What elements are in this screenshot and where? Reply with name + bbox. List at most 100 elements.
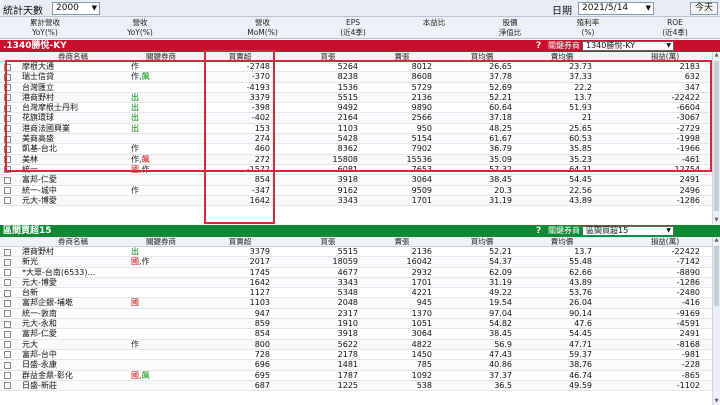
row-checkbox[interactable]	[4, 269, 11, 277]
kpi-cell[interactable]: 股價 淨值比	[480, 17, 540, 39]
column-header[interactable]: 賣張	[372, 52, 432, 62]
table-row[interactable]: 港商野村出 3379 5515 2136 52.21 13.7 -22422	[0, 92, 720, 104]
row-checkbox[interactable]	[4, 63, 11, 71]
table-row[interactable]: 台灣匯立 -4193 1536 5729 52.69 22.2 347	[0, 83, 720, 93]
table-row[interactable]: *大眾-台南(6533)... 1745 4677 2932 62.09 62.66 -88…	[0, 268, 720, 278]
table-row[interactable]: 港商法國興業出 153 1103 950 48.25 25.65 -2729	[0, 124, 720, 135]
row-checkbox[interactable]	[4, 176, 11, 184]
row-checkbox[interactable]	[4, 320, 11, 328]
row-checkbox[interactable]	[4, 361, 11, 369]
kpi-cell[interactable]: EPS (近4季)	[318, 17, 388, 39]
broker-name[interactable]: 元大-博愛	[22, 196, 124, 205]
kpi-cell[interactable]: ROE (近4季)	[640, 17, 710, 39]
scroll-up-icon[interactable]: ▲	[713, 237, 720, 244]
panel1-scrollbar[interactable]: ▲ ▼	[712, 52, 720, 224]
broker-name[interactable]: 統一	[22, 165, 124, 174]
broker-name[interactable]: 元大	[22, 340, 124, 349]
key-broker-select[interactable]: 1340勝悅-KY ▼	[582, 41, 674, 51]
row-checkbox[interactable]	[4, 279, 11, 287]
broker-name[interactable]: 台灣摩根士丹利	[22, 103, 124, 112]
table-row[interactable]: 富邦企銀-埔墘國 1103 2048 945 19.54 26.04 -416	[0, 298, 720, 309]
broker-name[interactable]: 港商野村	[22, 93, 124, 102]
broker-name[interactable]: *大眾-台南(6533)...	[22, 268, 124, 277]
row-checkbox[interactable]	[4, 125, 11, 133]
table-row[interactable]: 群益金鼎-彰化 國,飆 695 1787 1092 37.37 46.74 -865	[0, 371, 720, 381]
column-header[interactable]: 買賣超	[210, 237, 270, 247]
row-checkbox[interactable]	[4, 114, 11, 122]
scroll-down-icon[interactable]: ▼	[713, 398, 720, 405]
table-row[interactable]: 元大作 800 5622 4822 56.9 47.71 -8168	[0, 339, 720, 350]
table-row[interactable]: 美林 作,飆 272 15808 15536 35.09 35.23 -461	[0, 154, 720, 165]
row-checkbox[interactable]	[4, 135, 11, 143]
table-row[interactable]: 富邦-台中 728 2178 1450 47.43 59.37 -981	[0, 350, 720, 361]
row-checkbox[interactable]	[4, 299, 11, 307]
table-row[interactable]: 富邦-仁愛 854 3918 3064 38.45 54.45 2491	[0, 175, 720, 186]
column-header[interactable]: 關鍵券商	[131, 237, 191, 247]
row-checkbox[interactable]	[4, 197, 11, 205]
column-header[interactable]: 券商名稱	[22, 237, 124, 247]
row-checkbox[interactable]	[4, 248, 11, 256]
broker-name[interactable]: 瑞士信貸	[22, 72, 124, 81]
broker-name[interactable]: 摩根大通	[22, 62, 124, 71]
broker-name[interactable]: 富邦-台中	[22, 350, 124, 359]
table-row[interactable]: 美商高盛 274 5428 5154 61.67 60.53 -1998	[0, 134, 720, 145]
column-header[interactable]: 賣張	[372, 237, 432, 247]
column-header[interactable]: 賣均價	[532, 237, 592, 247]
panel2-scrollbar[interactable]: ▲ ▼	[712, 237, 720, 405]
broker-name[interactable]: 凱基-台北	[22, 144, 124, 153]
help-icon[interactable]: ?	[536, 225, 541, 237]
row-checkbox[interactable]	[4, 104, 11, 112]
column-header[interactable]: 買張	[298, 237, 358, 247]
row-checkbox[interactable]	[4, 166, 11, 174]
row-checkbox[interactable]	[4, 382, 11, 390]
days-select[interactable]: 2000 ▼	[52, 2, 100, 15]
broker-name[interactable]: 統一-敦南	[22, 309, 124, 318]
date-picker[interactable]: 2021/5/14 ▼	[578, 2, 654, 15]
broker-name[interactable]: 台新	[22, 288, 124, 297]
broker-name[interactable]: 港商野村	[22, 247, 124, 256]
broker-name[interactable]: 新光	[22, 257, 124, 266]
column-header[interactable]: 買均價	[452, 237, 512, 247]
row-checkbox[interactable]	[4, 372, 11, 380]
broker-name[interactable]: 美商高盛	[22, 134, 124, 143]
row-checkbox[interactable]	[4, 156, 11, 164]
key-broker-select[interactable]: 區間買超15 ▼	[582, 226, 674, 236]
table-row[interactable]: 摩根大通作 -2748 5264 8012 26.65 23.73 2183	[0, 62, 720, 73]
table-row[interactable]: 港商野村出 3379 5515 2136 52.21 13.7 -22422	[0, 247, 720, 258]
table-row[interactable]: 統一-敦南 947 2317 1370 97.04 90.14 -9169	[0, 309, 720, 320]
kpi-cell[interactable]: 殖利率 (%)	[558, 17, 618, 39]
column-header[interactable]: 券商名稱	[22, 52, 124, 62]
table-row[interactable]: 新光 國,作 2017 18059 16042 54.37 55.48 -7142	[0, 257, 720, 268]
table-row[interactable]: 元大-永和 859 1910 1051 54.82 47.6 -4591	[0, 319, 720, 330]
table-row[interactable]: 富邦-仁愛 854 3918 3064 38.45 54.45 2491	[0, 329, 720, 340]
row-checkbox[interactable]	[4, 341, 11, 349]
row-checkbox[interactable]	[4, 145, 11, 153]
broker-name[interactable]: 台灣匯立	[22, 83, 124, 92]
column-header[interactable]: 損益(萬)	[630, 52, 700, 62]
kpi-cell[interactable]: 營收 YoY(%)	[105, 17, 175, 39]
broker-name[interactable]: 富邦-仁愛	[22, 329, 124, 338]
row-checkbox[interactable]	[4, 94, 11, 102]
table-row[interactable]: 瑞士信貸 作,飆 -370 8238 8608 37.78 37.33 632	[0, 72, 720, 83]
column-header[interactable]: 關鍵券商	[131, 52, 191, 62]
row-checkbox[interactable]	[4, 73, 11, 81]
column-header[interactable]: 買賣超	[210, 52, 270, 62]
table-row[interactable]: 統一 國,作 -1572 6081 7653 57.32 64.31 12754	[0, 165, 720, 176]
help-icon[interactable]: ?	[536, 40, 541, 52]
kpi-cell[interactable]: 累計營收 YoY(%)	[10, 17, 80, 39]
kpi-cell[interactable]: 本益比	[404, 17, 464, 39]
row-checkbox[interactable]	[4, 258, 11, 266]
table-row[interactable]: 元大-博愛 1642 3343 1701 31.19 43.89 -1286	[0, 195, 720, 207]
table-row[interactable]: 元大-博愛 1642 3343 1701 31.19 43.89 -1286	[0, 277, 720, 289]
broker-name[interactable]: 元大-永和	[22, 319, 124, 328]
table-row[interactable]: 日盛-新莊 687 1225 538 36.5 49.59 -1102	[0, 380, 720, 392]
column-header[interactable]: 損益(萬)	[630, 237, 700, 247]
table-row[interactable]: 花旗環球出 -402 2164 2566 37.18 21 -3067	[0, 113, 720, 124]
scroll-up-icon[interactable]: ▲	[713, 52, 720, 59]
row-checkbox[interactable]	[4, 84, 11, 92]
row-checkbox[interactable]	[4, 187, 11, 195]
broker-name[interactable]: 富邦-仁愛	[22, 175, 124, 184]
row-checkbox[interactable]	[4, 310, 11, 318]
broker-name[interactable]: 日盛-永康	[22, 360, 124, 369]
column-header[interactable]: 買均價	[452, 52, 512, 62]
